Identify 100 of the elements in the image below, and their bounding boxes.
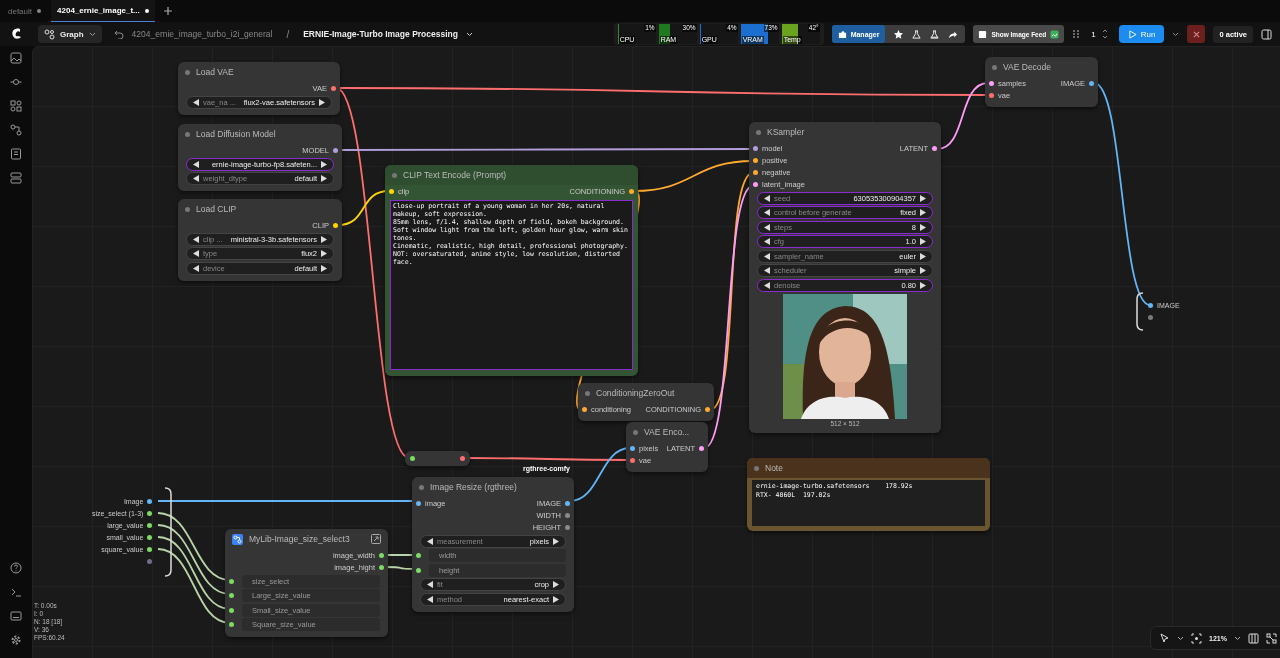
collapse-dot[interactable]	[756, 129, 761, 135]
input-socket[interactable]	[410, 456, 415, 461]
collapse-dot[interactable]	[992, 64, 997, 70]
collapse-dot[interactable]	[419, 484, 424, 490]
output-socket[interactable]	[565, 512, 570, 518]
expand-icon[interactable]	[371, 534, 381, 544]
node-title: VAE Enco...	[644, 427, 690, 437]
collapse-dot[interactable]	[185, 206, 190, 212]
input-socket[interactable]	[989, 80, 994, 86]
output-socket[interactable]	[1148, 314, 1153, 320]
input-socket[interactable]	[389, 188, 394, 194]
input-socket[interactable]	[147, 558, 153, 564]
caret-icon[interactable]	[1172, 31, 1180, 37]
graph-icon	[44, 28, 55, 40]
help-icon[interactable]	[10, 562, 22, 574]
workflow-icon[interactable]	[10, 124, 22, 136]
undo-icon[interactable]	[113, 29, 124, 39]
output-socket[interactable]	[333, 222, 338, 228]
output-socket[interactable]	[460, 456, 465, 461]
output-socket[interactable]	[379, 564, 384, 570]
add-tab-icon[interactable]	[162, 6, 173, 16]
batch-count-field[interactable]: 1	[1088, 25, 1111, 43]
breadcrumb-link[interactable]: 4204_ernie_image_turbo_i2i_general	[131, 29, 273, 39]
output-socket[interactable]	[565, 524, 570, 530]
output-socket[interactable]	[705, 406, 710, 412]
input-socket[interactable]	[630, 457, 635, 463]
input-socket[interactable]	[147, 534, 153, 540]
input-socket[interactable]	[753, 157, 758, 163]
star-icon[interactable]	[894, 29, 904, 39]
increment-arrow-icon[interactable]	[319, 98, 325, 106]
graph-mode-button[interactable]: Graph	[38, 25, 102, 43]
panel-toggle-icon[interactable]	[1261, 28, 1272, 40]
input-socket[interactable]	[630, 445, 635, 451]
link-visibility-icon[interactable]	[1265, 632, 1277, 644]
flask-icon[interactable]	[912, 29, 922, 39]
input-socket[interactable]	[229, 607, 234, 613]
graph-node[interactable]	[385, 165, 638, 376]
settings-icon[interactable]	[10, 634, 22, 646]
caret-icon[interactable]	[465, 31, 473, 37]
decrement-arrow-icon[interactable]	[427, 537, 433, 545]
terminal-icon[interactable]	[10, 586, 22, 598]
image-icon[interactable]	[10, 52, 22, 64]
input-socket[interactable]	[229, 622, 234, 627]
output-socket[interactable]	[699, 445, 704, 451]
input-socket[interactable]	[147, 498, 153, 504]
input-socket[interactable]	[229, 578, 234, 584]
output-socket[interactable]	[1148, 302, 1153, 308]
node-title: Load CLIP	[196, 204, 237, 214]
pointer-icon[interactable]	[1159, 632, 1170, 644]
share-icon[interactable]	[948, 29, 958, 39]
brace-icon	[164, 487, 172, 577]
input-socket[interactable]	[416, 500, 421, 506]
input-socket[interactable]	[582, 406, 587, 412]
input-socket[interactable]	[753, 181, 758, 187]
caret-icon[interactable]	[1177, 635, 1184, 641]
nodes-icon[interactable]	[10, 100, 22, 112]
input-socket[interactable]	[989, 92, 994, 98]
drag-handle-icon[interactable]	[1072, 29, 1081, 39]
decrement-arrow-icon[interactable]	[193, 98, 199, 106]
input-socket[interactable]	[147, 522, 153, 528]
workflow-tab[interactable]: 4204_ernie_image_t...	[51, 0, 155, 22]
output-socket[interactable]	[629, 188, 634, 194]
image-icon	[1050, 29, 1060, 39]
minimap-icon[interactable]	[1247, 632, 1259, 644]
output-socket[interactable]	[1089, 80, 1094, 86]
fit-view-icon[interactable]	[1191, 632, 1202, 644]
collapse-dot[interactable]	[754, 465, 759, 471]
caret-icon[interactable]	[1233, 635, 1241, 641]
input-socket[interactable]	[147, 510, 153, 516]
breadcrumb-separator: /	[286, 28, 290, 40]
image-icon	[978, 29, 988, 39]
collapse-dot[interactable]	[392, 172, 397, 178]
node-title: VAE Decode	[1003, 62, 1052, 72]
output-socket[interactable]	[333, 147, 338, 153]
input-socket[interactable]	[147, 546, 153, 552]
template-icon[interactable]	[10, 172, 22, 184]
input-socket[interactable]	[229, 593, 234, 598]
collapse-dot[interactable]	[185, 131, 190, 137]
workflow-tab[interactable]: default	[2, 0, 48, 22]
output-socket[interactable]	[331, 85, 336, 91]
workflow-title[interactable]: ERNIE-Image-Turbo Image Processing	[303, 29, 458, 39]
cancel-button[interactable]	[1187, 25, 1206, 43]
node-title: KSampler	[767, 127, 805, 137]
output-socket[interactable]	[565, 500, 570, 506]
input-socket[interactable]	[416, 553, 421, 558]
book-icon[interactable]	[10, 148, 22, 160]
link-icon[interactable]	[10, 76, 22, 88]
output-socket[interactable]	[379, 552, 384, 558]
input-socket[interactable]	[416, 567, 421, 573]
reroute-node[interactable]	[405, 451, 470, 466]
collapse-dot[interactable]	[185, 69, 190, 75]
flask-icon[interactable]	[930, 29, 940, 39]
input-socket[interactable]	[753, 169, 758, 175]
collapse-dot[interactable]	[633, 429, 638, 435]
input-socket[interactable]	[753, 145, 758, 151]
keyboard-icon[interactable]	[10, 610, 22, 622]
increment-arrow-icon[interactable]	[553, 537, 559, 545]
collapse-dot[interactable]	[585, 390, 590, 396]
subgraph-icon	[232, 533, 243, 545]
output-socket[interactable]	[932, 145, 937, 151]
